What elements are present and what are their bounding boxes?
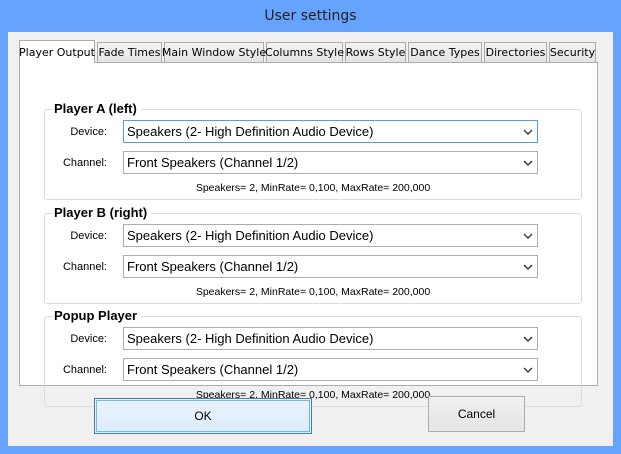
tab-label: Main Window Style	[161, 46, 267, 59]
cancel-label: Cancel	[457, 407, 496, 421]
channel-label: Channel:	[62, 364, 107, 376]
device-label: Device:	[70, 230, 107, 242]
device-dropdown[interactable]: Speakers (2- High Definition Audio Devic…	[123, 120, 538, 143]
tab-label: Dance Types	[410, 46, 480, 59]
device-dropdown[interactable]: Speakers (2- High Definition Audio Devic…	[123, 224, 538, 247]
tab-directories[interactable]: Directories	[484, 42, 547, 62]
channel-value: Front Speakers (Channel 1/2)	[127, 155, 299, 170]
tab-dance-types[interactable]: Dance Types	[408, 42, 482, 62]
device-info-text: Speakers= 2, MinRate= 0,100, MaxRate= 20…	[195, 286, 431, 298]
title-bar[interactable]: User settings	[0, 0, 621, 32]
channel-dropdown[interactable]: Front Speakers (Channel 1/2)	[123, 255, 538, 278]
tab-label: Rows Style	[345, 46, 406, 59]
device-value: Speakers (2- High Definition Audio Devic…	[127, 331, 374, 346]
tab-label: Security	[549, 46, 596, 59]
chevron-down-icon[interactable]	[519, 256, 537, 277]
tab-columns-style[interactable]: Columns Style	[265, 42, 344, 62]
player-output-panel: Player A (left) Device: Speakers (2- Hig…	[19, 62, 598, 407]
tab-player-output[interactable]: Player Output	[19, 40, 95, 63]
tab-label: Player Output	[19, 45, 95, 59]
tab-fade-times[interactable]: Fade Times	[97, 42, 162, 62]
channel-label: Channel:	[62, 261, 107, 273]
device-value: Speakers (2- High Definition Audio Devic…	[127, 228, 374, 243]
channel-value: Front Speakers (Channel 1/2)	[127, 362, 299, 377]
window-title: User settings	[264, 8, 357, 24]
device-dropdown[interactable]: Speakers (2- High Definition Audio Devic…	[123, 327, 538, 350]
dialog-client-area: Player Output Fade Times Main Window Sty…	[8, 32, 613, 446]
ok-button[interactable]: OK	[94, 398, 312, 434]
group-title: Popup Player	[53, 308, 142, 323]
tab-rows-style[interactable]: Rows Style	[345, 42, 406, 62]
popup-player-group: Popup Player Device: Speakers (2- High D…	[44, 308, 582, 407]
channel-value: Front Speakers (Channel 1/2)	[127, 259, 299, 274]
tab-label: Directories	[485, 46, 546, 59]
device-info-text: Speakers= 2, MinRate= 0,100, MaxRate= 20…	[195, 182, 431, 194]
player-b-group: Player B (right) Device: Speakers (2- Hi…	[44, 205, 582, 304]
player-a-group: Player A (left) Device: Speakers (2- Hig…	[44, 101, 582, 200]
tab-security[interactable]: Security	[549, 42, 596, 62]
group-title: Player A (left)	[53, 101, 141, 116]
device-label: Device:	[70, 126, 107, 138]
chevron-down-icon[interactable]	[519, 121, 537, 142]
device-value: Speakers (2- High Definition Audio Devic…	[127, 124, 374, 139]
chevron-down-icon[interactable]	[519, 152, 537, 173]
cancel-button[interactable]: Cancel	[428, 396, 525, 432]
channel-dropdown[interactable]: Front Speakers (Channel 1/2)	[123, 151, 538, 174]
chevron-down-icon[interactable]	[519, 359, 537, 380]
channel-label: Channel:	[62, 157, 107, 169]
tab-label: Columns Style	[265, 46, 344, 59]
device-label: Device:	[70, 333, 107, 345]
group-title: Player B (right)	[53, 205, 152, 220]
chevron-down-icon[interactable]	[519, 225, 537, 246]
tab-label: Fade Times	[98, 46, 161, 59]
channel-dropdown[interactable]: Front Speakers (Channel 1/2)	[123, 358, 538, 381]
settings-window: User settings Player Output Fade Times M…	[0, 0, 621, 454]
ok-label: OK	[194, 409, 212, 423]
chevron-down-icon[interactable]	[519, 328, 537, 349]
tab-main-window-style[interactable]: Main Window Style	[161, 42, 267, 62]
